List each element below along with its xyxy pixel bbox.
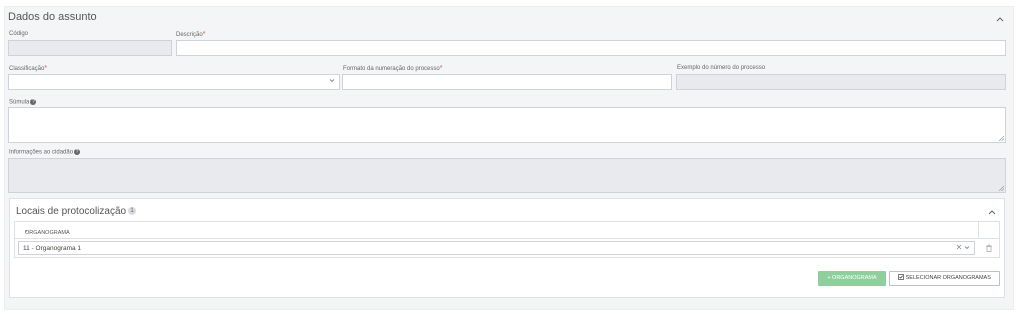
- resize-grip-icon[interactable]: [998, 135, 1004, 141]
- table-header-actions: [979, 222, 1000, 239]
- locais-panel: Locais de protocolização 1 ORGANOGRAMA * 1…: [9, 198, 1005, 298]
- locais-title: Locais de protocolização 1: [16, 206, 137, 217]
- help-icon[interactable]: ?: [74, 149, 81, 155]
- descricao-label: Descrição*: [176, 31, 206, 38]
- count-badge: 1: [128, 207, 137, 216]
- chevron-down-icon: [329, 78, 335, 85]
- formato-label: Formato da numeração do processo*: [343, 65, 443, 72]
- chevron-down-icon[interactable]: [964, 245, 970, 252]
- panel-title: Dados do assunto: [8, 11, 97, 23]
- resize-grip-icon: [998, 185, 1004, 191]
- help-icon[interactable]: ?: [30, 99, 37, 105]
- collapse-locais-icon[interactable]: [988, 208, 996, 218]
- table-header: ORGANOGRAMA *: [15, 222, 979, 239]
- close-icon[interactable]: [956, 244, 964, 252]
- sumula-label: Súmula?: [9, 99, 37, 106]
- formato-field[interactable]: [342, 74, 672, 90]
- descricao-field[interactable]: [176, 40, 1006, 56]
- select-organogramas-button[interactable]: SELECIONAR ORGANOGRAMAS: [889, 271, 1000, 286]
- codigo-field: [8, 40, 172, 56]
- trash-icon[interactable]: [984, 243, 994, 253]
- informacoes-textarea: [8, 158, 1006, 193]
- organograma-select[interactable]: 11 - Organograma 1: [18, 241, 975, 255]
- organograma-value: 11 - Organograma 1: [23, 245, 82, 252]
- organograma-table: ORGANOGRAMA * 11 - Organograma 1: [14, 221, 1000, 258]
- required-mark: *: [202, 31, 206, 38]
- checkbox-icon: [898, 274, 906, 281]
- exemplo-field: [676, 74, 1006, 90]
- required-mark: *: [439, 65, 443, 72]
- required-mark: *: [44, 65, 48, 72]
- collapse-panel-icon[interactable]: [996, 15, 1004, 25]
- select-controls: [956, 244, 970, 252]
- codigo-label: Código: [9, 31, 29, 37]
- classificacao-select[interactable]: [8, 74, 340, 90]
- exemplo-label: Exemplo do número do processo: [677, 65, 766, 71]
- add-organograma-button[interactable]: + ORGANOGRAMA: [818, 271, 886, 286]
- classificacao-label: Classificação*: [9, 65, 48, 72]
- informacoes-label: Informações ao cidadão?: [9, 149, 81, 156]
- sumula-textarea[interactable]: [8, 107, 1006, 143]
